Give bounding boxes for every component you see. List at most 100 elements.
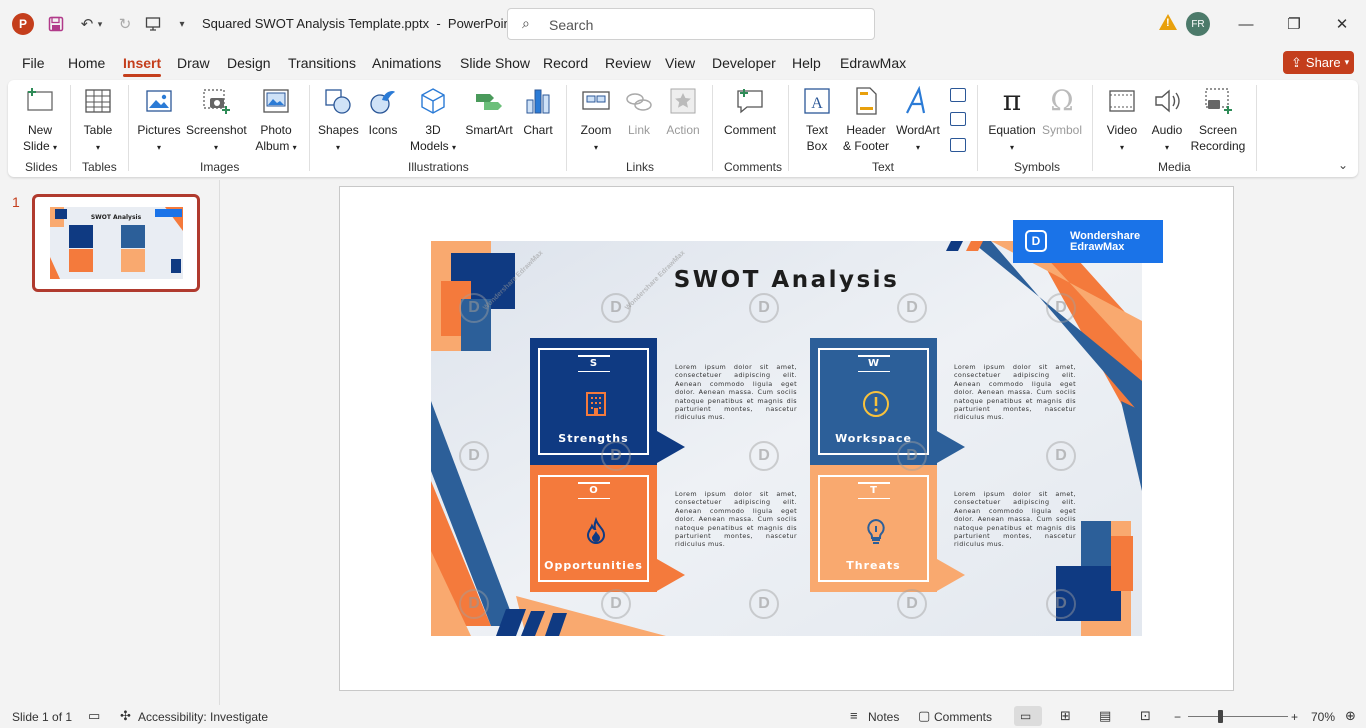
search-input[interactable]: ⌕ Search: [507, 8, 875, 40]
tab-edrawmax[interactable]: EdrawMax: [840, 55, 906, 71]
slide-show-icon[interactable]: ⊡: [1140, 708, 1151, 724]
slide-canvas[interactable]: SWOT Analysis S Strengths Lorem ipsum do…: [339, 186, 1234, 691]
save-icon[interactable]: [44, 12, 68, 36]
accessibility-icon[interactable]: ✣: [120, 708, 131, 724]
swot-box-threats[interactable]: T Threats: [810, 465, 937, 592]
tab-file[interactable]: File: [22, 55, 45, 71]
tab-home[interactable]: Home: [68, 55, 105, 71]
accessibility-status[interactable]: Accessibility: Investigate: [138, 710, 268, 724]
group-links-label: Links: [626, 160, 655, 174]
status-bar: Slide 1 of 1 ▭ ✣ Accessibility: Investig…: [0, 705, 1366, 728]
action-button[interactable]: Action: [664, 86, 702, 138]
new-slide-button[interactable]: New Slide ▾: [20, 86, 60, 156]
tab-draw[interactable]: Draw: [177, 55, 210, 71]
customize-toolbar-icon[interactable]: ▾: [170, 12, 194, 36]
zoom-label: Zoom: [580, 123, 612, 137]
restore-icon[interactable]: ❐: [1283, 13, 1305, 35]
spelling-check-icon[interactable]: ▭: [88, 708, 100, 724]
tab-review[interactable]: Review: [605, 55, 651, 71]
zoom-button[interactable]: Zoom ▾: [578, 86, 614, 156]
zoom-slider-track[interactable]: [1188, 716, 1288, 717]
share-button[interactable]: ⇪ Share ▾: [1283, 51, 1354, 74]
pictures-button[interactable]: Pictures ▾: [136, 86, 182, 156]
tab-slide-show[interactable]: Slide Show: [460, 55, 530, 71]
swot-text-workspace[interactable]: Lorem ipsum dolor sit amet, consectetuer…: [954, 363, 1076, 422]
3d-models-button[interactable]: 3D Models ▾: [410, 86, 456, 156]
comments-button[interactable]: Comments: [934, 710, 992, 724]
video-button[interactable]: Video ▾: [1102, 86, 1142, 156]
present-from-beginning-icon[interactable]: [141, 12, 165, 36]
screenshot-button[interactable]: Screenshot ▾: [186, 86, 247, 156]
slide-thumbnail[interactable]: SWOT Analysis: [32, 194, 200, 292]
reading-view-icon[interactable]: ▤: [1099, 708, 1111, 724]
swot-text-opportunities[interactable]: Lorem ipsum dolor sit amet, consectetuer…: [675, 490, 797, 549]
screen-recording-button[interactable]: Screen Recording: [1188, 86, 1248, 154]
smartart-icon: [474, 86, 504, 116]
text-box-button[interactable]: A Text Box: [800, 86, 834, 154]
tab-record[interactable]: Record: [543, 55, 588, 71]
wondershare-edrawmax-logo: D Wondershare EdrawMax: [1013, 220, 1163, 263]
symbol-label: Symbol: [1041, 123, 1082, 137]
icons-label: Icons: [368, 123, 398, 137]
title-bar: P ↶ ▾ ↻ ▾ Squared SWOT Analysis Template…: [0, 0, 1366, 48]
header-footer-button[interactable]: Header & Footer: [842, 86, 890, 154]
photo-album-button[interactable]: Photo Album ▾: [252, 86, 300, 156]
table-button[interactable]: Table ▾: [80, 86, 116, 156]
swot-text-threats[interactable]: Lorem ipsum dolor sit amet, consectetuer…: [954, 490, 1076, 549]
ribbon-separator: [70, 85, 71, 171]
warning-icon[interactable]: !: [1159, 14, 1177, 30]
ribbon-collapse-icon[interactable]: ⌄: [1338, 158, 1348, 172]
comment-button[interactable]: Comment: [722, 86, 778, 138]
fit-to-window-icon[interactable]: ⊕: [1345, 708, 1356, 724]
shapes-button[interactable]: Shapes ▾: [318, 86, 359, 156]
redo-icon[interactable]: ↻: [113, 12, 137, 36]
icons-button[interactable]: Icons: [366, 86, 400, 138]
symbol-button[interactable]: Ω Symbol: [1040, 86, 1084, 138]
zoom-out-button[interactable]: −: [1174, 710, 1181, 724]
zoom-level[interactable]: 70%: [1311, 710, 1335, 724]
slide-number-icon[interactable]: [950, 112, 966, 126]
object-icon[interactable]: [950, 138, 966, 152]
ribbon: New Slide ▾ Slides Table ▾ Tables Picture…: [8, 80, 1358, 177]
swot-box-opportunities[interactable]: O Opportunities: [530, 465, 657, 592]
zoom-in-button[interactable]: +: [1291, 710, 1298, 724]
close-icon[interactable]: ✕: [1331, 13, 1353, 35]
swot-box-frame: W Workspace: [818, 348, 929, 455]
tab-view[interactable]: View: [665, 55, 695, 71]
tab-help[interactable]: Help: [792, 55, 821, 71]
wordart-label: WordArt: [896, 123, 940, 137]
group-slides-label: Slides: [25, 160, 58, 174]
group-media-label: Media: [1158, 160, 1191, 174]
swot-text-strengths[interactable]: Lorem ipsum dolor sit amet, consectetuer…: [675, 363, 797, 422]
text-box-label-1: Text: [805, 123, 828, 137]
notes-icon[interactable]: ≡: [850, 708, 858, 723]
notes-button[interactable]: Notes: [868, 710, 899, 724]
watermark-logo-icon: D: [1046, 293, 1076, 323]
screenshot-label: Screenshot: [186, 123, 247, 137]
chart-button[interactable]: Chart: [522, 86, 554, 138]
tab-developer[interactable]: Developer: [712, 55, 776, 71]
slide-sorter-icon[interactable]: ⊞: [1060, 708, 1071, 724]
date-time-icon[interactable]: [950, 88, 966, 102]
smartart-button[interactable]: SmartArt: [464, 86, 514, 138]
wordart-button[interactable]: WordArt ▾: [894, 85, 942, 156]
minimize-icon[interactable]: —: [1235, 13, 1257, 35]
undo-dropdown-icon[interactable]: ▾: [94, 12, 106, 36]
screenshot-icon: [201, 86, 231, 116]
comments-icon[interactable]: ▢: [918, 708, 930, 724]
audio-button[interactable]: Audio ▾: [1148, 86, 1186, 156]
zoom-slider-thumb[interactable]: [1218, 710, 1223, 723]
tab-transitions[interactable]: Transitions: [288, 55, 356, 71]
avatar[interactable]: FR: [1186, 12, 1210, 36]
equation-button[interactable]: π Equation ▾: [986, 86, 1038, 156]
group-symbols-label: Symbols: [1014, 160, 1061, 174]
smartart-label: SmartArt: [465, 123, 513, 137]
link-button[interactable]: Link: [624, 86, 654, 138]
tab-design[interactable]: Design: [227, 55, 271, 71]
swot-box-strengths[interactable]: S Strengths: [530, 338, 657, 465]
tab-insert[interactable]: Insert: [123, 55, 162, 77]
swot-letter: W: [820, 355, 927, 372]
slide-title[interactable]: SWOT Analysis: [431, 267, 1142, 293]
tab-animations[interactable]: Animations: [372, 55, 441, 71]
slide-editor: SWOT Analysis S Strengths Lorem ipsum do…: [221, 180, 1366, 705]
